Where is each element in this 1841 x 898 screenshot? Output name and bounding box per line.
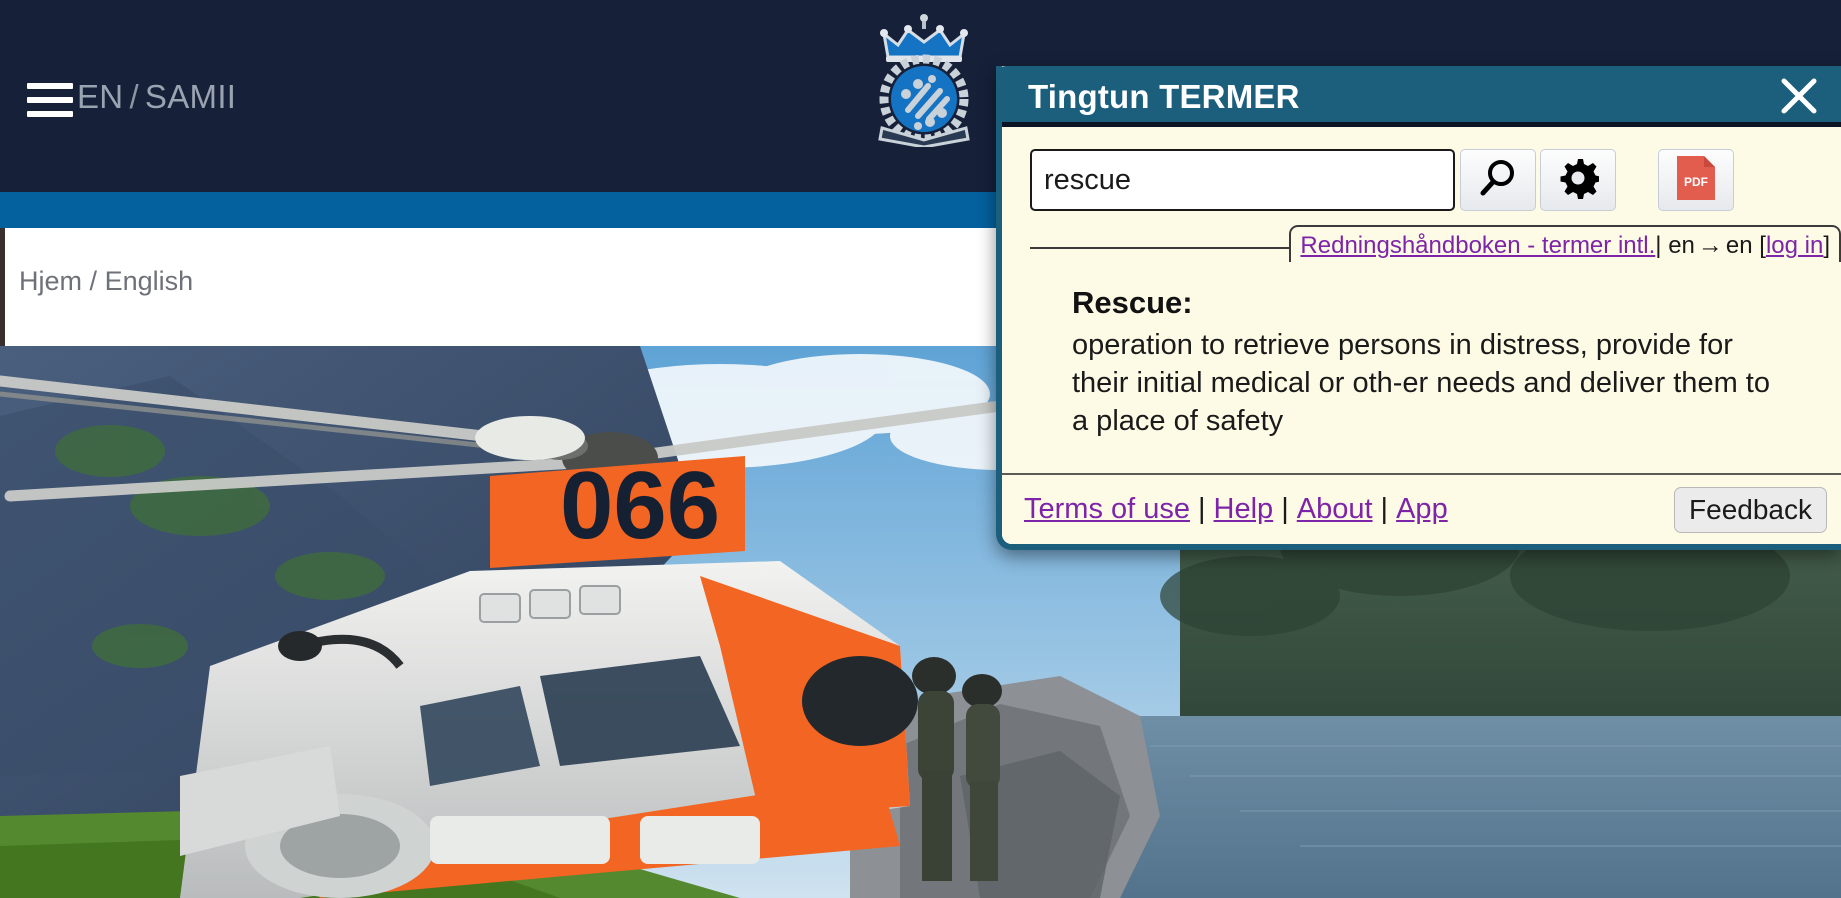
hamburger-bar-1	[27, 83, 73, 89]
lang-link-en[interactable]: EN	[77, 78, 123, 115]
breadcrumb-item-home[interactable]: Hjem	[19, 266, 82, 296]
footer-link-list: Terms of use | Help | About | App	[1024, 493, 1448, 526]
screenshot-root: EN / SAMII Hjem / English 066 Tingtun TE…	[0, 0, 1841, 898]
termer-dialog: Tingtun TERMER rescue PDF Redningshåndbo…	[996, 66, 1841, 550]
source-bar: |	[1655, 232, 1662, 259]
app-link[interactable]: App	[1396, 493, 1448, 525]
hamburger-bar-2	[27, 97, 73, 103]
magnifier-icon	[1478, 158, 1518, 203]
pdf-file-icon: PDF	[1674, 154, 1718, 207]
lang-link-sami[interactable]: SAMII	[145, 78, 236, 115]
search-button[interactable]	[1460, 149, 1536, 211]
arrow-right-icon: →	[1697, 231, 1723, 259]
breadcrumb-separator: /	[89, 266, 98, 296]
helicopter-tail-number: 066	[560, 452, 720, 559]
search-row: PDF	[1030, 149, 1734, 211]
termer-footer: Terms of use | Help | About | App Feedback	[1002, 473, 1841, 544]
gear-icon	[1557, 157, 1601, 204]
footer-divider-2: |	[1281, 493, 1289, 525]
close-x-icon[interactable]	[1777, 74, 1821, 118]
breadcrumb-item-current: English	[104, 266, 194, 296]
termer-titlebar: Tingtun TERMER	[1002, 66, 1841, 127]
pdf-export-button[interactable]: PDF	[1658, 149, 1734, 211]
footer-divider-1: |	[1198, 493, 1206, 525]
login-bracket-close: ]	[1823, 232, 1830, 259]
login-bracket-open: [	[1759, 232, 1766, 259]
feedback-button[interactable]: Feedback	[1674, 487, 1827, 533]
hamburger-menu-icon[interactable]	[27, 79, 73, 121]
source-info-tab: Redningshåndboken - termer intl.| en → en …	[1289, 225, 1841, 262]
svg-text:PDF: PDF	[1684, 175, 1708, 189]
help-link[interactable]: Help	[1214, 493, 1274, 525]
lang-separator: /	[129, 78, 139, 115]
search-input[interactable]	[1030, 149, 1455, 211]
term-definition: operation to retrieve persons in distres…	[1072, 329, 1770, 437]
login-link[interactable]: log in	[1766, 232, 1823, 259]
collection-link[interactable]: Redningshåndboken - termer intl.	[1300, 232, 1655, 259]
term-headword: Rescue:	[1072, 285, 1193, 320]
terms-of-use-link[interactable]: Terms of use	[1024, 493, 1190, 525]
settings-button[interactable]	[1540, 149, 1616, 211]
source-lang-from: en	[1668, 232, 1695, 259]
termer-title: Tingtun TERMER	[1028, 78, 1300, 115]
breadcrumb: Hjem / English	[19, 266, 193, 297]
about-link[interactable]: About	[1297, 493, 1373, 525]
hamburger-bar-3	[27, 111, 73, 117]
royal-crest-logo[interactable]	[862, 12, 986, 149]
source-lang-to: en	[1725, 232, 1753, 259]
termer-body: PDF Redningshåndboken - termer intl.| en…	[1002, 127, 1841, 544]
language-nav: EN / SAMII	[77, 78, 236, 116]
footer-divider-3: |	[1380, 493, 1389, 525]
